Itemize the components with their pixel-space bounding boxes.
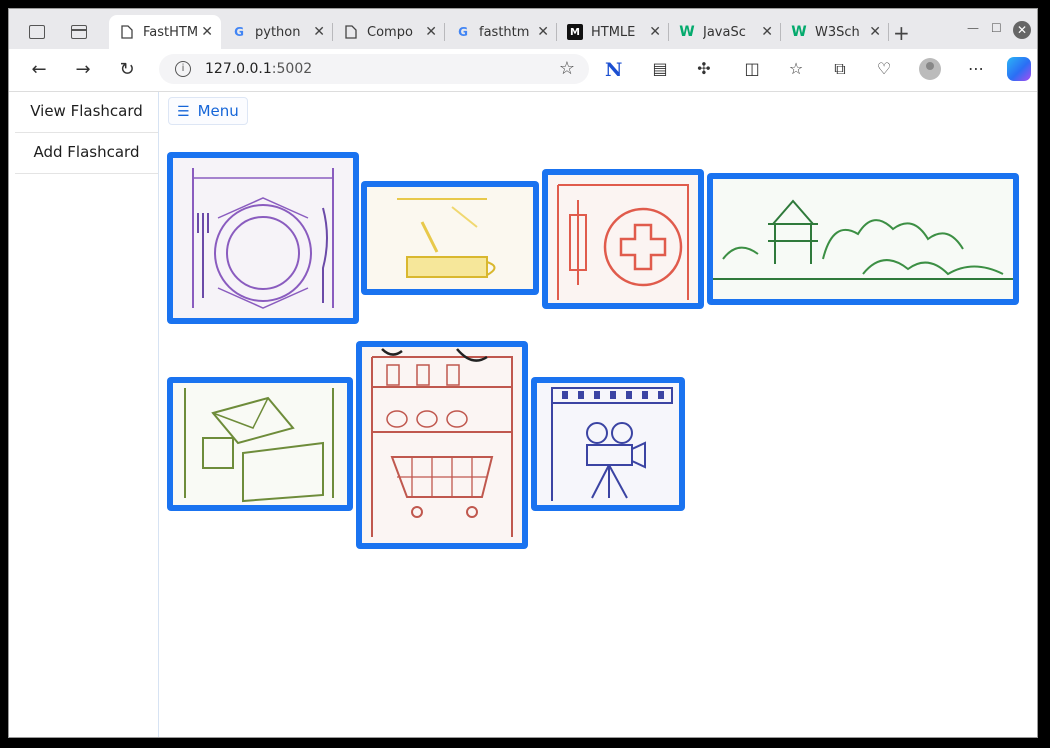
menu-label: Menu	[197, 102, 239, 120]
tab-w3sch[interactable]: W W3Sch ✕	[781, 15, 889, 49]
tab-fasthtm[interactable]: G fasthtm ✕	[445, 15, 557, 49]
url-text[interactable]: 127.0.0.1:5002	[205, 61, 312, 77]
maximize-icon[interactable]: ☐	[991, 21, 1002, 35]
favorites-icon[interactable]: ☆	[785, 59, 807, 78]
hamburger-icon: ☰	[177, 104, 190, 120]
reload-icon[interactable]: ↻	[117, 59, 137, 80]
flashcard-post-office[interactable]	[167, 377, 353, 511]
tab-javasc[interactable]: W JavaSc ✕	[669, 15, 781, 49]
extensions-icon[interactable]: ✣	[693, 59, 715, 78]
forward-icon[interactable]: →	[73, 59, 93, 80]
profile-avatar[interactable]	[919, 58, 941, 80]
close-icon[interactable]: ✕	[201, 24, 213, 40]
address-toolbar: ← → ↻ i 127.0.0.1:5002 ☆ N ▤ ✣ ◫ ☆ ⧉ ♡ ⋯	[9, 49, 1037, 92]
more-options-icon[interactable]: ⋯	[965, 59, 987, 78]
w3-icon: W	[791, 24, 807, 40]
reader-icon[interactable]: ▤	[649, 59, 671, 78]
tab-compo[interactable]: Compo ✕	[333, 15, 445, 49]
minimize-icon[interactable]: —	[967, 21, 979, 35]
flashcard-hospital[interactable]	[542, 169, 704, 309]
dining-image	[173, 158, 353, 318]
sidebar-item-view-flashcard[interactable]: View Flashcard	[15, 92, 158, 133]
tab-title: Compo	[367, 24, 413, 40]
google-icon: G	[458, 25, 468, 39]
m-logo-icon: M	[567, 24, 583, 40]
w3-icon: W	[679, 24, 695, 40]
tab-title: W3Sch	[815, 24, 860, 40]
workspaces-icon[interactable]	[29, 25, 45, 39]
browser-window: FastHTML ✕ G python ✕ Compo ✕ G fasthtm …	[8, 8, 1038, 738]
sidebar: View Flashcard Add Flashcard	[15, 92, 159, 737]
tab-fasthtml[interactable]: FastHTML ✕	[109, 15, 221, 49]
favorite-star-icon[interactable]: ☆	[559, 58, 575, 79]
tab-title: FastHTML	[143, 24, 199, 40]
tab-python[interactable]: G python ✕	[221, 15, 333, 49]
hospital-image	[548, 175, 698, 303]
extension-n-icon[interactable]: N	[605, 59, 622, 81]
park-image	[713, 179, 1013, 299]
page-icon	[119, 24, 135, 40]
flashcard-cafe[interactable]	[361, 181, 539, 295]
tab-htmle[interactable]: M HTMLE ✕	[557, 15, 669, 49]
back-icon[interactable]: ←	[29, 59, 49, 80]
menu-button[interactable]: ☰ Menu	[168, 97, 248, 125]
address-bar[interactable]: i 127.0.0.1:5002 ☆	[159, 54, 589, 84]
collections-icon[interactable]: ⧉	[829, 59, 851, 79]
browser-essentials-icon[interactable]: ♡	[873, 59, 895, 78]
flashcard-supermarket[interactable]	[356, 341, 528, 549]
tab-title: python	[255, 24, 301, 40]
close-icon[interactable]: ✕	[537, 24, 549, 40]
sidebar-item-add-flashcard[interactable]: Add Flashcard	[15, 133, 158, 174]
copilot-icon[interactable]	[1007, 57, 1031, 81]
tab-title: JavaSc	[703, 24, 746, 40]
flashcard-cinema[interactable]	[531, 377, 685, 511]
tab-actions-icon[interactable]	[71, 25, 87, 39]
tab-strip: FastHTML ✕ G python ✕ Compo ✕ G fasthtm …	[9, 9, 1037, 49]
new-tab-icon[interactable]: +	[893, 21, 910, 45]
tab-title: HTMLE	[591, 24, 636, 40]
supermarket-image	[362, 347, 522, 543]
window-close-icon[interactable]: ✕	[1013, 21, 1031, 39]
google-icon: G	[234, 25, 244, 39]
cafe-image	[367, 187, 533, 289]
page-content: View Flashcard Add Flashcard ☰ Menu	[9, 92, 1037, 737]
split-screen-icon[interactable]: ◫	[741, 59, 763, 78]
info-icon[interactable]: i	[175, 61, 191, 77]
cinema-image	[537, 383, 679, 505]
flashcard-dining[interactable]	[167, 152, 359, 324]
close-icon[interactable]: ✕	[761, 24, 773, 40]
post-office-image	[173, 383, 347, 505]
close-icon[interactable]: ✕	[869, 24, 881, 40]
close-icon[interactable]: ✕	[425, 24, 437, 40]
close-icon[interactable]: ✕	[649, 24, 661, 40]
tab-title: fasthtm	[479, 24, 530, 40]
close-icon[interactable]: ✕	[313, 24, 325, 40]
page-icon	[343, 24, 359, 40]
flashcard-park[interactable]	[707, 173, 1019, 305]
